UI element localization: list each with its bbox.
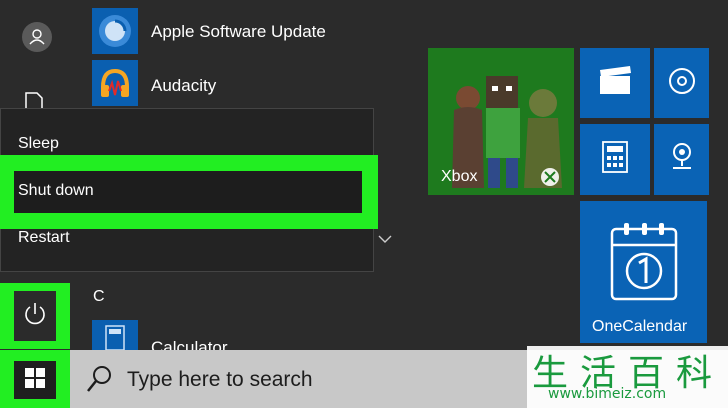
calculator-tile[interactable] bbox=[580, 124, 650, 195]
chevron-down-icon[interactable] bbox=[376, 232, 394, 246]
clapperboard-icon bbox=[598, 65, 632, 101]
map-pin-icon bbox=[667, 140, 697, 179]
audacity-icon bbox=[92, 60, 138, 106]
search-icon bbox=[86, 364, 112, 394]
restart-option[interactable]: Restart bbox=[18, 229, 70, 247]
movies-tv-tile[interactable] bbox=[580, 48, 650, 118]
user-account-icon[interactable] bbox=[22, 22, 52, 52]
app-list-label-audacity[interactable]: Audacity bbox=[151, 76, 216, 96]
section-header-c[interactable]: C bbox=[93, 288, 105, 306]
app-list-item-apple-software-update[interactable] bbox=[92, 8, 138, 56]
power-icon bbox=[22, 301, 48, 332]
power-button[interactable] bbox=[14, 291, 56, 341]
windows-logo-icon bbox=[25, 367, 45, 393]
sleep-option[interactable]: Sleep bbox=[18, 135, 59, 153]
onecalendar-tile-label: OneCalendar bbox=[592, 318, 688, 335]
search-placeholder[interactable]: Type here to search bbox=[127, 368, 313, 392]
maps-tile[interactable] bbox=[654, 124, 709, 195]
watermark-url: www.bimeiz.com bbox=[548, 386, 667, 402]
shutdown-option-label[interactable]: Shut down bbox=[18, 182, 94, 200]
music-disc-icon bbox=[667, 66, 697, 101]
start-button[interactable] bbox=[14, 361, 56, 399]
calendar-icon bbox=[608, 219, 680, 308]
groove-music-tile[interactable] bbox=[654, 48, 709, 118]
apple-update-icon bbox=[92, 8, 138, 54]
calculator-icon[interactable] bbox=[92, 320, 138, 350]
app-list-label-apple-software-update[interactable]: Apple Software Update bbox=[151, 22, 326, 42]
calculator-tile-icon bbox=[601, 140, 629, 179]
app-list-item-audacity[interactable] bbox=[92, 60, 138, 108]
xbox-tile-label: Xbox bbox=[441, 168, 478, 185]
